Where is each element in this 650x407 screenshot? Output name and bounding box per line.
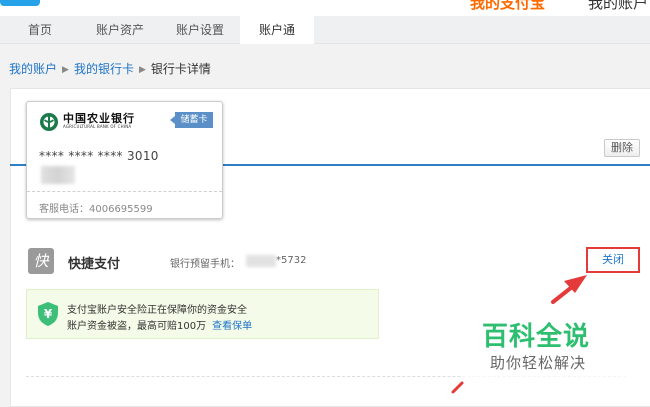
abc-bank-logo-icon [40,113,58,131]
quick-pay-icon: 快 [28,248,54,274]
card-number: **** **** **** 3010 [39,149,159,163]
insurance-line-2-text: 账户资金被盗，最高可赔100万 [67,321,207,332]
card-divider [27,191,222,192]
breadcrumb-separator-icon: ▶ [62,65,69,75]
card-type-tag: 储蓄卡 [170,112,213,128]
svg-text:¥: ¥ [44,307,53,321]
delete-card-button[interactable]: 删除 [604,139,640,157]
tab-home[interactable]: 首页 [0,16,80,44]
top-strip: 我的支付宝 我的账户 [0,0,650,16]
cardholder-name-redacted [41,166,75,184]
reserved-phone-suffix: *5732 [276,255,307,266]
watermark-subtitle: 助你轻松解决 [490,354,587,372]
header-nav-my-alipay[interactable]: 我的支付宝 [470,0,545,13]
breadcrumb: 我的账户 ▶ 我的银行卡 ▶ 银行卡详情 [9,60,211,77]
breadcrumb-current: 银行卡详情 [150,62,211,76]
account-nav-bar: 首页 账户资产 账户设置 账户通 [0,16,650,44]
tab-account-pass[interactable]: 账户通 [240,16,314,44]
bank-name-english: AGRICULTURAL BANK OF CHINA [63,124,132,129]
tab-account-settings[interactable]: 账户设置 [160,16,240,44]
watermark-title: 百科全说 [482,322,591,352]
insurance-notice: ¥ 支付宝账户安全险正在保障你的资金安全 账户资金被盗，最高可赔100万 查看保单 [26,289,379,339]
tab-account-assets[interactable]: 账户资产 [80,16,160,44]
insurance-line-2: 账户资金被盗，最高可赔100万 查看保单 [67,317,252,332]
breadcrumb-my-bank-cards[interactable]: 我的银行卡 [74,62,134,76]
bank-card: 中国农业银行 AGRICULTURAL BANK OF CHINA 储蓄卡 **… [26,101,223,219]
view-policy-link[interactable]: 查看保单 [212,321,252,332]
logo-fragment [0,0,40,6]
watermark: 百科全说 助你轻松解决 [462,314,628,380]
bank-service-phone: 客服电话：4006695599 [39,204,153,215]
quick-pay-title: 快捷支付 [68,257,121,272]
insurance-line-1: 支付宝账户安全险正在保障你的资金安全 [67,305,247,316]
reserved-phone-redacted [246,255,276,267]
close-quick-pay-button[interactable]: 关闭 [586,247,640,273]
header-nav-my-account[interactable]: 我的账户 [588,0,648,13]
breadcrumb-my-account[interactable]: 我的账户 [9,62,57,76]
breadcrumb-separator-icon: ▶ [138,65,146,75]
reserved-phone-label: 银行预留手机： [170,259,240,270]
shield-yuan-icon: ¥ [38,302,58,326]
